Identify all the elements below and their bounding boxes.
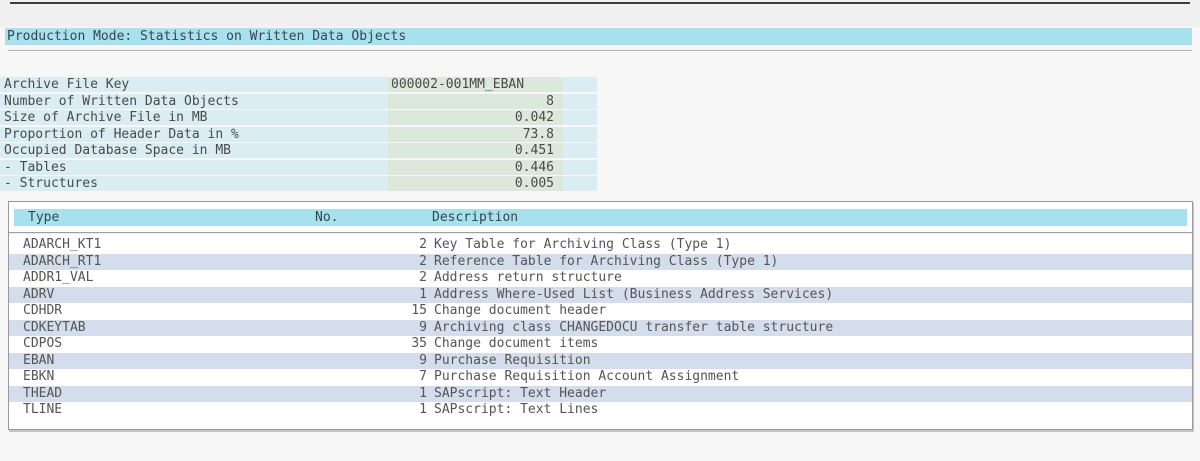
table-row[interactable]: ADARCH_RT1 2 Reference Table for Archiving… — [9, 254, 1192, 271]
table-cell-description: Address return structure — [434, 270, 622, 287]
stat-label: Size of Archive File in MB — [4, 110, 208, 125]
table-cell-type: CDKEYTAB — [23, 320, 86, 337]
stat-row: - Structures 0.005 — [0, 176, 597, 191]
table-cell-no: 1 — [309, 402, 427, 419]
objects-table: Type No. Description ADARCH_KT1 2 Key Tabl… — [8, 201, 1193, 430]
table-cell-no: 15 — [309, 303, 427, 320]
page-title: Production Mode: Statistics on Written D… — [5, 28, 1192, 45]
table-row[interactable]: CDKEYTAB 9 Archiving class CHANGEDOCU tran… — [9, 320, 1192, 337]
table-row[interactable]: TLINE 1 SAPscript: Text Lines — [9, 402, 1192, 419]
table-cell-type: EBAN — [23, 353, 54, 370]
table-cell-description: Address Where-Used List (Business Addres… — [434, 287, 833, 304]
table-row[interactable]: EBKN 7 Purchase Requisition Account Assign… — [9, 369, 1192, 386]
table-cell-description: Key Table for Archiving Class (Type 1) — [434, 237, 731, 254]
table-cell-type: ADARCH_KT1 — [23, 237, 101, 254]
table-cell-type: THEAD — [23, 386, 62, 403]
table-header-row: Type No. Description — [14, 209, 1187, 226]
stat-value: 0.451 — [388, 143, 563, 158]
table-row[interactable]: ADARCH_KT1 2 Key Table for Archiving Class… — [9, 237, 1192, 254]
top-toolbar-strip — [0, 0, 1200, 27]
stat-row: Size of Archive File in MB 0.042 — [0, 110, 597, 125]
table-cell-type: CDHDR — [23, 303, 62, 320]
table-cell-no: 35 — [309, 336, 427, 353]
stat-row: Occupied Database Space in MB 0.451 — [0, 143, 597, 158]
table-row[interactable]: THEAD 1 SAPscript: Text Header — [9, 386, 1192, 403]
table-cell-type: ADRV — [23, 287, 54, 304]
table-cell-no: 2 — [309, 237, 427, 254]
table-cell-description: SAPscript: Text Lines — [434, 402, 598, 419]
table-cell-type: CDPOS — [23, 336, 62, 353]
stat-row: Archive File Key 000002-001MM_EBAN — [0, 77, 597, 92]
page-title-text: Production Mode: Statistics on Written D… — [7, 29, 406, 44]
table-header-description: Description — [432, 209, 518, 226]
stat-label: - Tables — [4, 160, 67, 175]
table-cell-type: EBKN — [23, 369, 54, 386]
stat-value: 0.042 — [388, 110, 563, 125]
stat-label: - Structures — [4, 176, 98, 191]
table-cell-type: ADARCH_RT1 — [23, 254, 101, 271]
table-cell-type: ADDR1_VAL — [23, 270, 93, 287]
table-header-type: Type — [28, 209, 59, 226]
table-cell-no: 7 — [309, 369, 427, 386]
table-cell-no: 9 — [309, 353, 427, 370]
table-cell-description: Reference Table for Archiving Class (Typ… — [434, 254, 778, 271]
table-row[interactable]: ADRV 1 Address Where-Used List (Business A… — [9, 287, 1192, 304]
stat-label: Archive File Key — [4, 77, 129, 92]
table-header-separator — [9, 232, 1192, 234]
table-cell-no: 2 — [309, 254, 427, 271]
stat-row: - Tables 0.446 — [0, 160, 597, 175]
stat-label: Occupied Database Space in MB — [4, 143, 231, 158]
table-row[interactable]: EBAN 9 Purchase Requisition — [9, 353, 1192, 370]
table-cell-description: SAPscript: Text Header — [434, 386, 606, 403]
table-cell-no: 1 — [309, 386, 427, 403]
table-cell-no: 2 — [309, 270, 427, 287]
table-cell-no: 9 — [309, 320, 427, 337]
stat-row: Proportion of Header Data in % 73.8 — [0, 127, 597, 142]
table-cell-description: Archiving class CHANGEDOCU transfer tabl… — [434, 320, 833, 337]
stat-value: 000002-001MM_EBAN — [388, 77, 563, 92]
stat-label: Proportion of Header Data in % — [4, 127, 239, 142]
stat-label: Number of Written Data Objects — [4, 94, 239, 109]
top-divider-rule — [10, 2, 1190, 4]
stat-value: 8 — [388, 94, 563, 109]
table-cell-description: Purchase Requisition Account Assignment — [434, 369, 739, 386]
title-divider-rule — [8, 50, 1192, 52]
table-cell-no: 1 — [309, 287, 427, 304]
table-cell-description: Purchase Requisition — [434, 353, 591, 370]
table-cell-type: TLINE — [23, 402, 62, 419]
stat-row: Number of Written Data Objects 8 — [0, 94, 597, 109]
table-body: ADARCH_KT1 2 Key Table for Archiving Class… — [9, 237, 1192, 419]
table-cell-description: Change document header — [434, 303, 606, 320]
table-row[interactable]: CDPOS 35 Change document items — [9, 336, 1192, 353]
stat-value: 0.446 — [388, 160, 563, 175]
table-row[interactable]: CDHDR 15 Change document header — [9, 303, 1192, 320]
table-cell-description: Change document items — [434, 336, 598, 353]
statistics-panel: Archive File Key 000002-001MM_EBAN Number … — [0, 77, 597, 193]
table-row[interactable]: ADDR1_VAL 2 Address return structure — [9, 270, 1192, 287]
table-header-no: No. — [315, 209, 338, 226]
stat-value: 0.005 — [388, 176, 563, 191]
stat-value: 73.8 — [388, 127, 563, 142]
